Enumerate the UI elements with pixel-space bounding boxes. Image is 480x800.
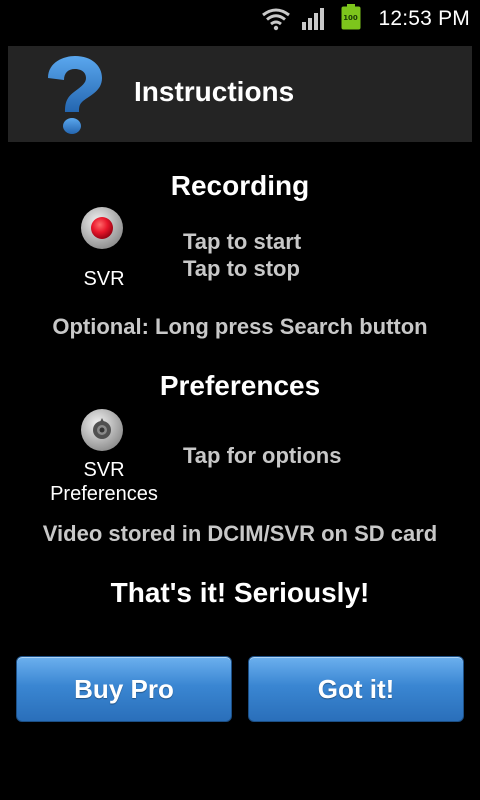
wifi-icon xyxy=(261,8,290,31)
preferences-tap-options: Tap for options xyxy=(183,443,342,468)
status-clock: 12:53 PM xyxy=(378,7,470,30)
preferences-storage-note: Video stored in DCIM/SVR on SD card xyxy=(42,521,438,546)
recording-optional-note: Optional: Long press Search button xyxy=(52,314,428,339)
preferences-icon-label-line2: Preferences xyxy=(50,483,158,505)
signal-icon xyxy=(301,8,324,30)
record-icon-label: SVR xyxy=(83,268,125,290)
tagline: That's it! Seriously! xyxy=(110,577,370,608)
battery-level: 100 xyxy=(343,14,358,22)
battery-indicator: 100 xyxy=(341,4,361,34)
screen: 100 12:53 PM Instructions Recording SVR … xyxy=(0,0,480,800)
preferences-heading: Preferences xyxy=(159,370,321,401)
preferences-icon-label-line1: SVR xyxy=(83,459,125,481)
title-bar: Instructions xyxy=(8,46,472,142)
record-button-icon xyxy=(81,207,123,249)
buy-pro-button[interactable]: Buy Pro xyxy=(16,656,232,722)
got-it-button[interactable]: Got it! xyxy=(248,656,464,722)
status-icons: 100 12:53 PM xyxy=(261,4,471,34)
recording-tap-start: Tap to start xyxy=(183,229,302,254)
status-bar: 100 12:53 PM xyxy=(0,0,480,38)
preferences-icon-label: SVR Preferences xyxy=(44,458,164,506)
page-title: Instructions xyxy=(134,76,295,107)
question-mark-icon xyxy=(48,56,102,134)
preferences-camera-icon xyxy=(81,409,123,451)
recording-tap-stop: Tap to stop xyxy=(183,256,300,281)
recording-heading: Recording xyxy=(170,170,310,201)
